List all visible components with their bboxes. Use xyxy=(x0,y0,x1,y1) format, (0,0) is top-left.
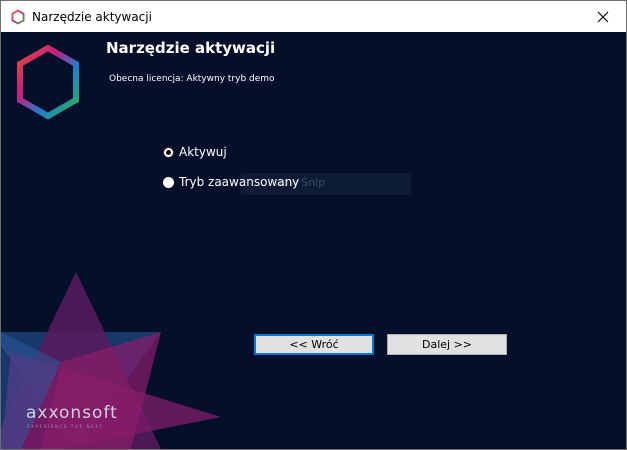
hexagon-app-icon xyxy=(11,9,25,25)
radio-activate[interactable]: Aktywuj xyxy=(163,145,227,159)
hexagon-logo-icon xyxy=(17,44,79,120)
back-button[interactable]: << Wróć xyxy=(254,334,374,355)
decorative-star-background xyxy=(1,272,221,449)
brand-tagline: EXPERIENCE THE NEXT xyxy=(27,424,104,429)
page-title: Narzędzie aktywacji xyxy=(106,39,276,57)
radio-advanced-label: Tryb zaawansowany xyxy=(179,175,300,189)
activation-window: Narzędzie aktywacji Narzędzie aktywacji … xyxy=(0,0,627,450)
client-area: Narzędzie aktywacji Obecna licencja: Akt… xyxy=(1,32,626,449)
license-status: Obecna licencja: Aktywny tryb demo xyxy=(109,74,275,84)
radio-activate-label: Aktywuj xyxy=(179,145,227,159)
next-button[interactable]: Dalej >> xyxy=(387,334,507,355)
brand-logo: axxonsoft xyxy=(26,403,118,423)
close-icon xyxy=(597,11,609,22)
title-bar: Narzędzie aktywacji xyxy=(1,1,626,32)
radio-unchecked-icon[interactable] xyxy=(163,176,174,188)
close-button[interactable] xyxy=(580,1,626,32)
radio-advanced-mode[interactable]: Tryb zaawansowany xyxy=(163,175,299,189)
window-title: Narzędzie aktywacji xyxy=(32,10,152,24)
radio-checked-icon[interactable] xyxy=(163,146,174,158)
